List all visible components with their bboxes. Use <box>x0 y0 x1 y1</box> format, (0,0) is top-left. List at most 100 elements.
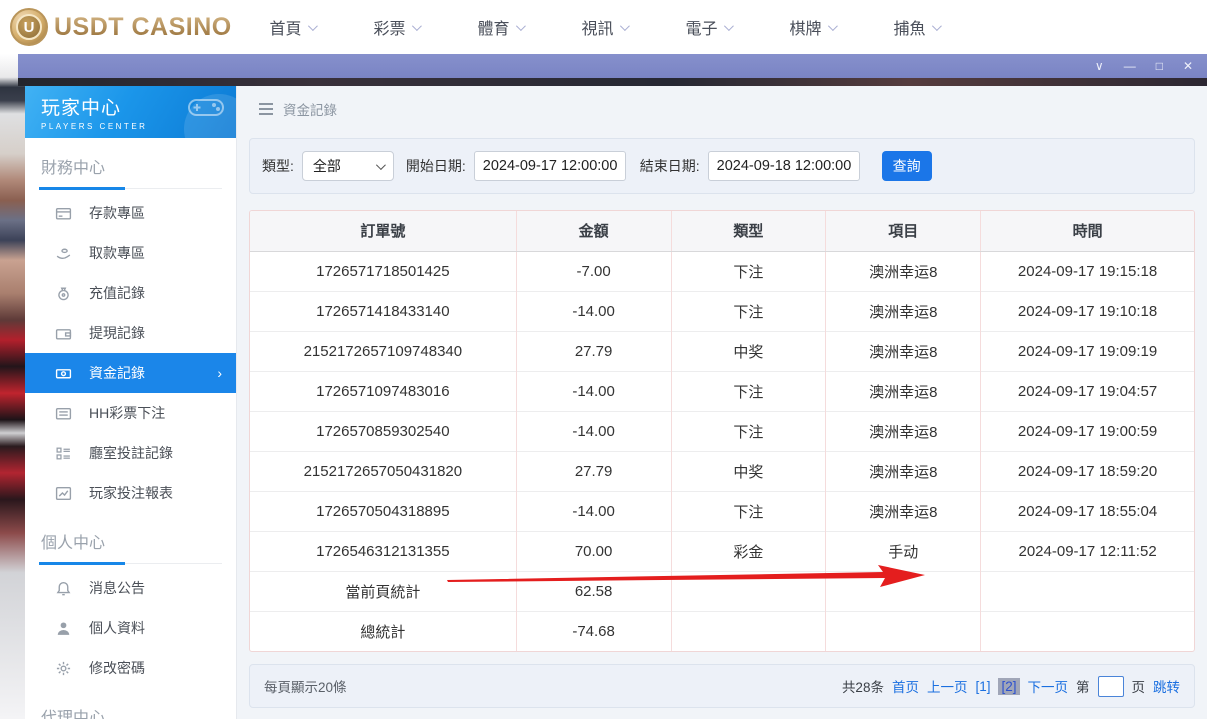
column-header: 金額 <box>516 211 671 251</box>
table-cell: 1726571718501425 <box>250 251 516 291</box>
table-cell: 2024-09-17 19:04:57 <box>981 371 1194 411</box>
sidebar-item-label: 個人資料 <box>89 618 145 638</box>
sidebar-section-title: 個人中心 <box>39 523 222 564</box>
brand-name: USDT CASINO <box>54 13 232 42</box>
banknote-icon <box>55 365 72 382</box>
table-cell: 1726546312131355 <box>250 531 516 571</box>
table-cell: 2024-09-17 19:00:59 <box>981 411 1194 451</box>
sidebar-item-bell[interactable]: 消息公告 <box>25 568 236 608</box>
table-cell: 手动 <box>826 531 981 571</box>
sidebar-item-label: 消息公告 <box>89 578 145 598</box>
table-cell: 2024-09-17 12:11:52 <box>981 531 1194 571</box>
sidebar-item-withdraw-hand[interactable]: 取款專區 <box>25 233 236 273</box>
sidebar-item-lottery-list[interactable]: HH彩票下注 <box>25 393 236 433</box>
query-button[interactable]: 查詢 <box>882 151 932 181</box>
table-cell <box>671 571 826 611</box>
sidebar-item-gear[interactable]: 修改密碼 <box>25 648 236 688</box>
end-date-input[interactable] <box>708 151 860 181</box>
window-chevron-icon[interactable]: ∨ <box>1095 60 1104 72</box>
table-row: 1726570859302540-14.00下注澳洲幸运82024-09-17 … <box>250 411 1194 451</box>
sidebar-item-label: 修改密碼 <box>89 658 145 678</box>
window-close-icon[interactable]: ✕ <box>1183 60 1193 72</box>
sidebar-item-label: 取款專區 <box>89 243 145 263</box>
brand-logo[interactable]: U USDT CASINO <box>0 8 240 46</box>
sidebar-item-wallet[interactable]: 提現記錄 <box>25 313 236 353</box>
nav-menu-item[interactable]: 電子 <box>656 15 760 39</box>
pagination-bar: 每頁顯示20條 共28条 首页 上一页 [1] [2] 下一页 第 页 跳转 <box>249 664 1195 708</box>
user-icon <box>55 620 72 637</box>
nav-menu-item[interactable]: 棋牌 <box>760 15 864 39</box>
nav-menu-label: 彩票 <box>373 15 405 39</box>
nav-menu-item[interactable]: 彩票 <box>344 15 448 39</box>
wallet-icon <box>55 325 72 342</box>
sidebar-item-banknote[interactable]: 資金記錄 › <box>25 353 236 393</box>
table-cell: -14.00 <box>516 371 671 411</box>
table-cell: 1726570504318895 <box>250 491 516 531</box>
nav-menu-label: 視訊 <box>581 15 613 39</box>
table-cell: 中奖 <box>671 331 826 371</box>
prev-page-link[interactable]: 上一页 <box>927 676 968 696</box>
table-cell: 2024-09-17 19:15:18 <box>981 251 1194 291</box>
main-menu: 首頁 彩票 體育 視訊 電子 棋牌 捕魚 <box>240 15 968 39</box>
chevron-down-icon <box>515 21 525 31</box>
table-cell: 澳洲幸运8 <box>826 371 981 411</box>
type-select[interactable]: 全部 <box>302 151 394 181</box>
top-nav: U USDT CASINO 首頁 彩票 體育 視訊 電子 棋牌 捕魚 <box>0 0 1207 54</box>
withdraw-hand-icon <box>55 245 72 262</box>
clipboard-list-icon <box>55 445 72 462</box>
jump-prefix-label: 第 <box>1076 676 1090 696</box>
nav-menu-item[interactable]: 體育 <box>448 15 552 39</box>
page-2-current[interactable]: [2] <box>998 678 1019 695</box>
nav-menu-item[interactable]: 視訊 <box>552 15 656 39</box>
banner-subtitle: PLAYERS CENTER <box>41 122 236 131</box>
table-row: 172654631213135570.00彩金手动2024-09-17 12:1… <box>250 531 1194 571</box>
page-1-link[interactable]: [1] <box>975 679 990 694</box>
table-cell: 下注 <box>671 491 826 531</box>
menu-toggle-icon[interactable] <box>259 103 273 115</box>
nav-menu-item[interactable]: 首頁 <box>240 15 344 39</box>
jump-button[interactable]: 跳转 <box>1153 676 1180 696</box>
table-cell: 2152172657050431820 <box>250 451 516 491</box>
window-minimize-icon[interactable]: — <box>1124 60 1136 72</box>
table-cell: 27.79 <box>516 451 671 491</box>
end-date-label: 結束日期: <box>640 156 700 176</box>
column-header: 類型 <box>671 211 826 251</box>
table-cell: 下注 <box>671 291 826 331</box>
money-bag-icon <box>55 285 72 302</box>
nav-menu-item[interactable]: 捕魚 <box>864 15 968 39</box>
sidebar-item-label: 資金記錄 <box>89 363 145 383</box>
first-page-link[interactable]: 首页 <box>892 676 919 696</box>
sidebar-item-label: 廳室投註記錄 <box>89 443 173 463</box>
start-date-input[interactable] <box>474 151 626 181</box>
summary-row: 當前頁統計62.58 <box>250 571 1194 611</box>
table-cell: 彩金 <box>671 531 826 571</box>
jump-suffix-label: 页 <box>1132 676 1146 696</box>
sidebar-item-user[interactable]: 個人資料 <box>25 608 236 648</box>
sidebar-item-report-chart[interactable]: 玩家投注報表 <box>25 473 236 513</box>
next-page-link[interactable]: 下一页 <box>1028 676 1069 696</box>
jump-page-input[interactable] <box>1098 676 1124 697</box>
nav-menu-label: 體育 <box>477 15 509 39</box>
table-cell: -14.00 <box>516 291 671 331</box>
table-cell: -7.00 <box>516 251 671 291</box>
sidebar-item-clipboard-list[interactable]: 廳室投註記錄 <box>25 433 236 473</box>
sidebar-item-deposit-card[interactable]: 存款專區 <box>25 193 236 233</box>
table-cell: 1726570859302540 <box>250 411 516 451</box>
gear-icon <box>55 660 72 677</box>
table-cell: -74.68 <box>516 611 671 651</box>
table-cell: 澳洲幸运8 <box>826 251 981 291</box>
window-maximize-icon[interactable]: □ <box>1156 60 1163 72</box>
report-chart-icon <box>55 485 72 502</box>
table-cell <box>826 611 981 651</box>
sidebar-section-title: 財務中心 <box>39 148 222 189</box>
sidebar-section: 個人中心 消息公告 個人資料 修改密碼 <box>25 523 236 688</box>
table-row: 215217265705043182027.79中奖澳洲幸运82024-09-1… <box>250 451 1194 491</box>
table-cell: 總統計 <box>250 611 516 651</box>
table-cell: 當前頁統計 <box>250 571 516 611</box>
sidebar-item-money-bag[interactable]: 充值記錄 <box>25 273 236 313</box>
type-label: 類型: <box>262 156 294 176</box>
sidebar-item-label: 提現記錄 <box>89 323 145 343</box>
chevron-right-icon: › <box>217 365 222 381</box>
chevron-down-icon <box>827 21 837 31</box>
sidebar-section: 財務中心 存款專區 取款專區 充值記錄 提現記錄 資金記錄 › HH彩票下注 廳… <box>25 148 236 513</box>
